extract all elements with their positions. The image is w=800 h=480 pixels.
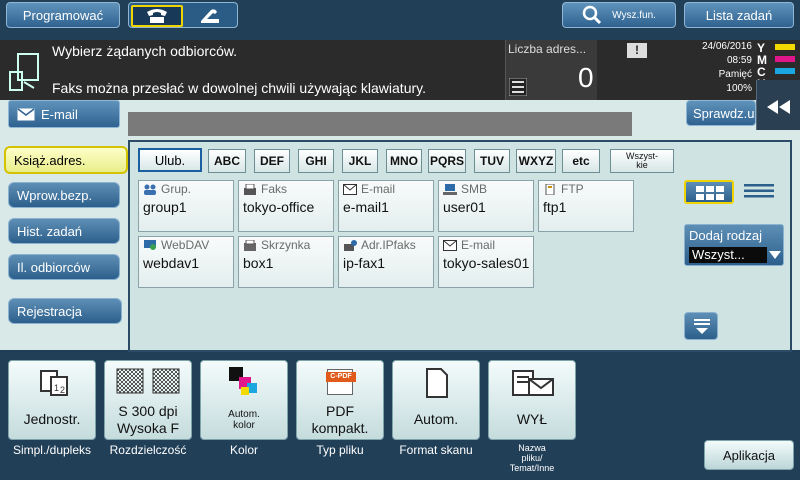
list-view-icon [744,184,774,198]
filter-wxyz[interactable]: WXYZ [516,149,556,173]
address-tile-webdav1[interactable]: WebDAV webdav1 [138,236,234,288]
filter-pqrs[interactable]: PQRS [428,149,466,173]
toner-bar-m [775,56,795,62]
caption-simplex: Simpl./dupleks [12,443,92,457]
svg-text:1: 1 [54,383,59,393]
document-mail-icon [512,370,554,396]
instruction-text: Wybierz żądanych odbiorców. [52,43,238,59]
caption-filename: Nazwa pliku/ Temat/Inne [509,443,555,473]
grid-view-button[interactable] [684,180,734,204]
address-tile-tokyo-office[interactable]: Faks tokyo-office [238,180,334,232]
toner-bar-c [775,68,795,74]
page-icon [426,368,448,398]
color-icon [229,367,257,395]
simplex-duplex-button[interactable]: 12 Jednostr. [8,360,96,440]
address-tile-group1[interactable]: Grup. group1 [138,180,234,232]
scan-size-button[interactable]: Autom. [392,360,480,440]
add-type-selector[interactable]: Dodaj rodzaj Wszyst... [684,224,784,266]
grid-view-icon [696,186,724,200]
nav-direct-input[interactable]: Wprow.bezp. [8,182,120,208]
mode-toggle [128,2,238,28]
alert-icon[interactable]: ! [627,43,647,58]
address-tile-email1[interactable]: E-mail e-mail1 [338,180,434,232]
fax-document-icon [9,53,39,91]
message-bar: Wybierz żądanych odbiorców. Faks można p… [0,40,800,102]
nav-job-history[interactable]: Hist. zadań [8,218,120,244]
chevron-down-icon [769,251,781,259]
search-icon [582,5,602,25]
address-tile-ip-fax1[interactable]: Adr.IPfaks ip-fax1 [338,236,434,288]
filter-jkl[interactable]: JKL [342,149,378,173]
keyboard-hint-text: Faks można przesłać w dowolnej chwili uż… [52,80,426,96]
job-list-button[interactable]: Lista zadań [684,2,794,28]
ipfax-icon [344,240,357,251]
scroll-down-icon [694,319,710,334]
address-tile-ftp1[interactable]: FTP ftp1 [538,180,634,232]
scroll-down-button[interactable] [684,312,718,340]
program-button[interactable]: Programować [6,2,120,28]
filter-all[interactable]: Wszyst-kie [610,149,674,173]
caption-file-type: Typ pliku [316,443,364,457]
color-button[interactable]: Autom. kolor [200,360,288,440]
pdf-icon: C-PDF [326,369,356,395]
address-tile-tokyo-sales01[interactable]: E-mail tokyo-sales01 [438,236,534,288]
filter-favorites[interactable]: Ulub. [138,148,202,172]
list-icon [509,78,527,96]
register-button[interactable]: Rejestracja [8,298,122,324]
resolution-button[interactable]: S 300 dpi Wysoka F [104,360,192,440]
webdav-icon [144,240,156,250]
box-icon [244,240,256,251]
toner-bar-y [775,44,795,50]
email-button[interactable]: E-mail [8,100,120,128]
fax-icon [244,184,256,195]
caption-color: Kolor [229,443,258,457]
onhook-icon [201,9,219,23]
server-icon [545,184,555,195]
filter-mno[interactable]: MNO [386,149,422,173]
collapse-panel-button[interactable] [756,80,800,130]
filename-subject-button[interactable]: WYŁ [488,360,576,440]
resolution-icon [116,368,180,394]
phone-mode-button[interactable] [131,5,183,27]
nav-address-book[interactable]: Książ.adres. [4,146,128,174]
filter-tuv[interactable]: TUV [474,149,510,173]
onhook-button[interactable] [189,5,235,27]
nav-recipient-count[interactable]: Il. odbiorców [8,254,120,280]
file-type-button[interactable]: C-PDF PDF kompakt. [296,360,384,440]
filter-def[interactable]: DEF [254,149,290,173]
filter-etc[interactable]: etc [562,149,600,173]
search-function-button[interactable]: Wysz.fun. [562,2,676,28]
caption-scan-size: Format skanu [399,443,473,457]
list-view-button[interactable] [736,180,784,204]
filter-ghi[interactable]: GHI [298,149,334,173]
double-left-arrow-icon [767,100,790,114]
top-bar: Programować Wysz.fun. Lista zadań [0,0,800,40]
envelope-icon [443,240,457,251]
caption-resolution: Rozdzielczość [109,443,187,457]
address-tile-user01[interactable]: SMB user01 [438,180,534,232]
svg-text:2: 2 [60,385,65,395]
application-button[interactable]: Aplikacja [704,440,794,470]
group-icon [144,184,156,195]
filter-abc[interactable]: ABC [208,149,246,173]
status-panel: 24/06/2016 08:59 Pamięć 100% [701,41,752,94]
envelope-icon [343,184,357,195]
phone-icon [147,9,167,23]
destination-input-bar[interactable] [128,112,632,136]
check-settings-button[interactable]: Sprawdz.us [686,100,756,126]
simplex-icon: 12 [40,370,68,396]
envelope-icon [17,107,35,120]
address-tile-box1[interactable]: Skrzynka box1 [238,236,334,288]
computer-icon [443,184,457,195]
address-count-box: Liczba adres... 0 [505,40,597,100]
